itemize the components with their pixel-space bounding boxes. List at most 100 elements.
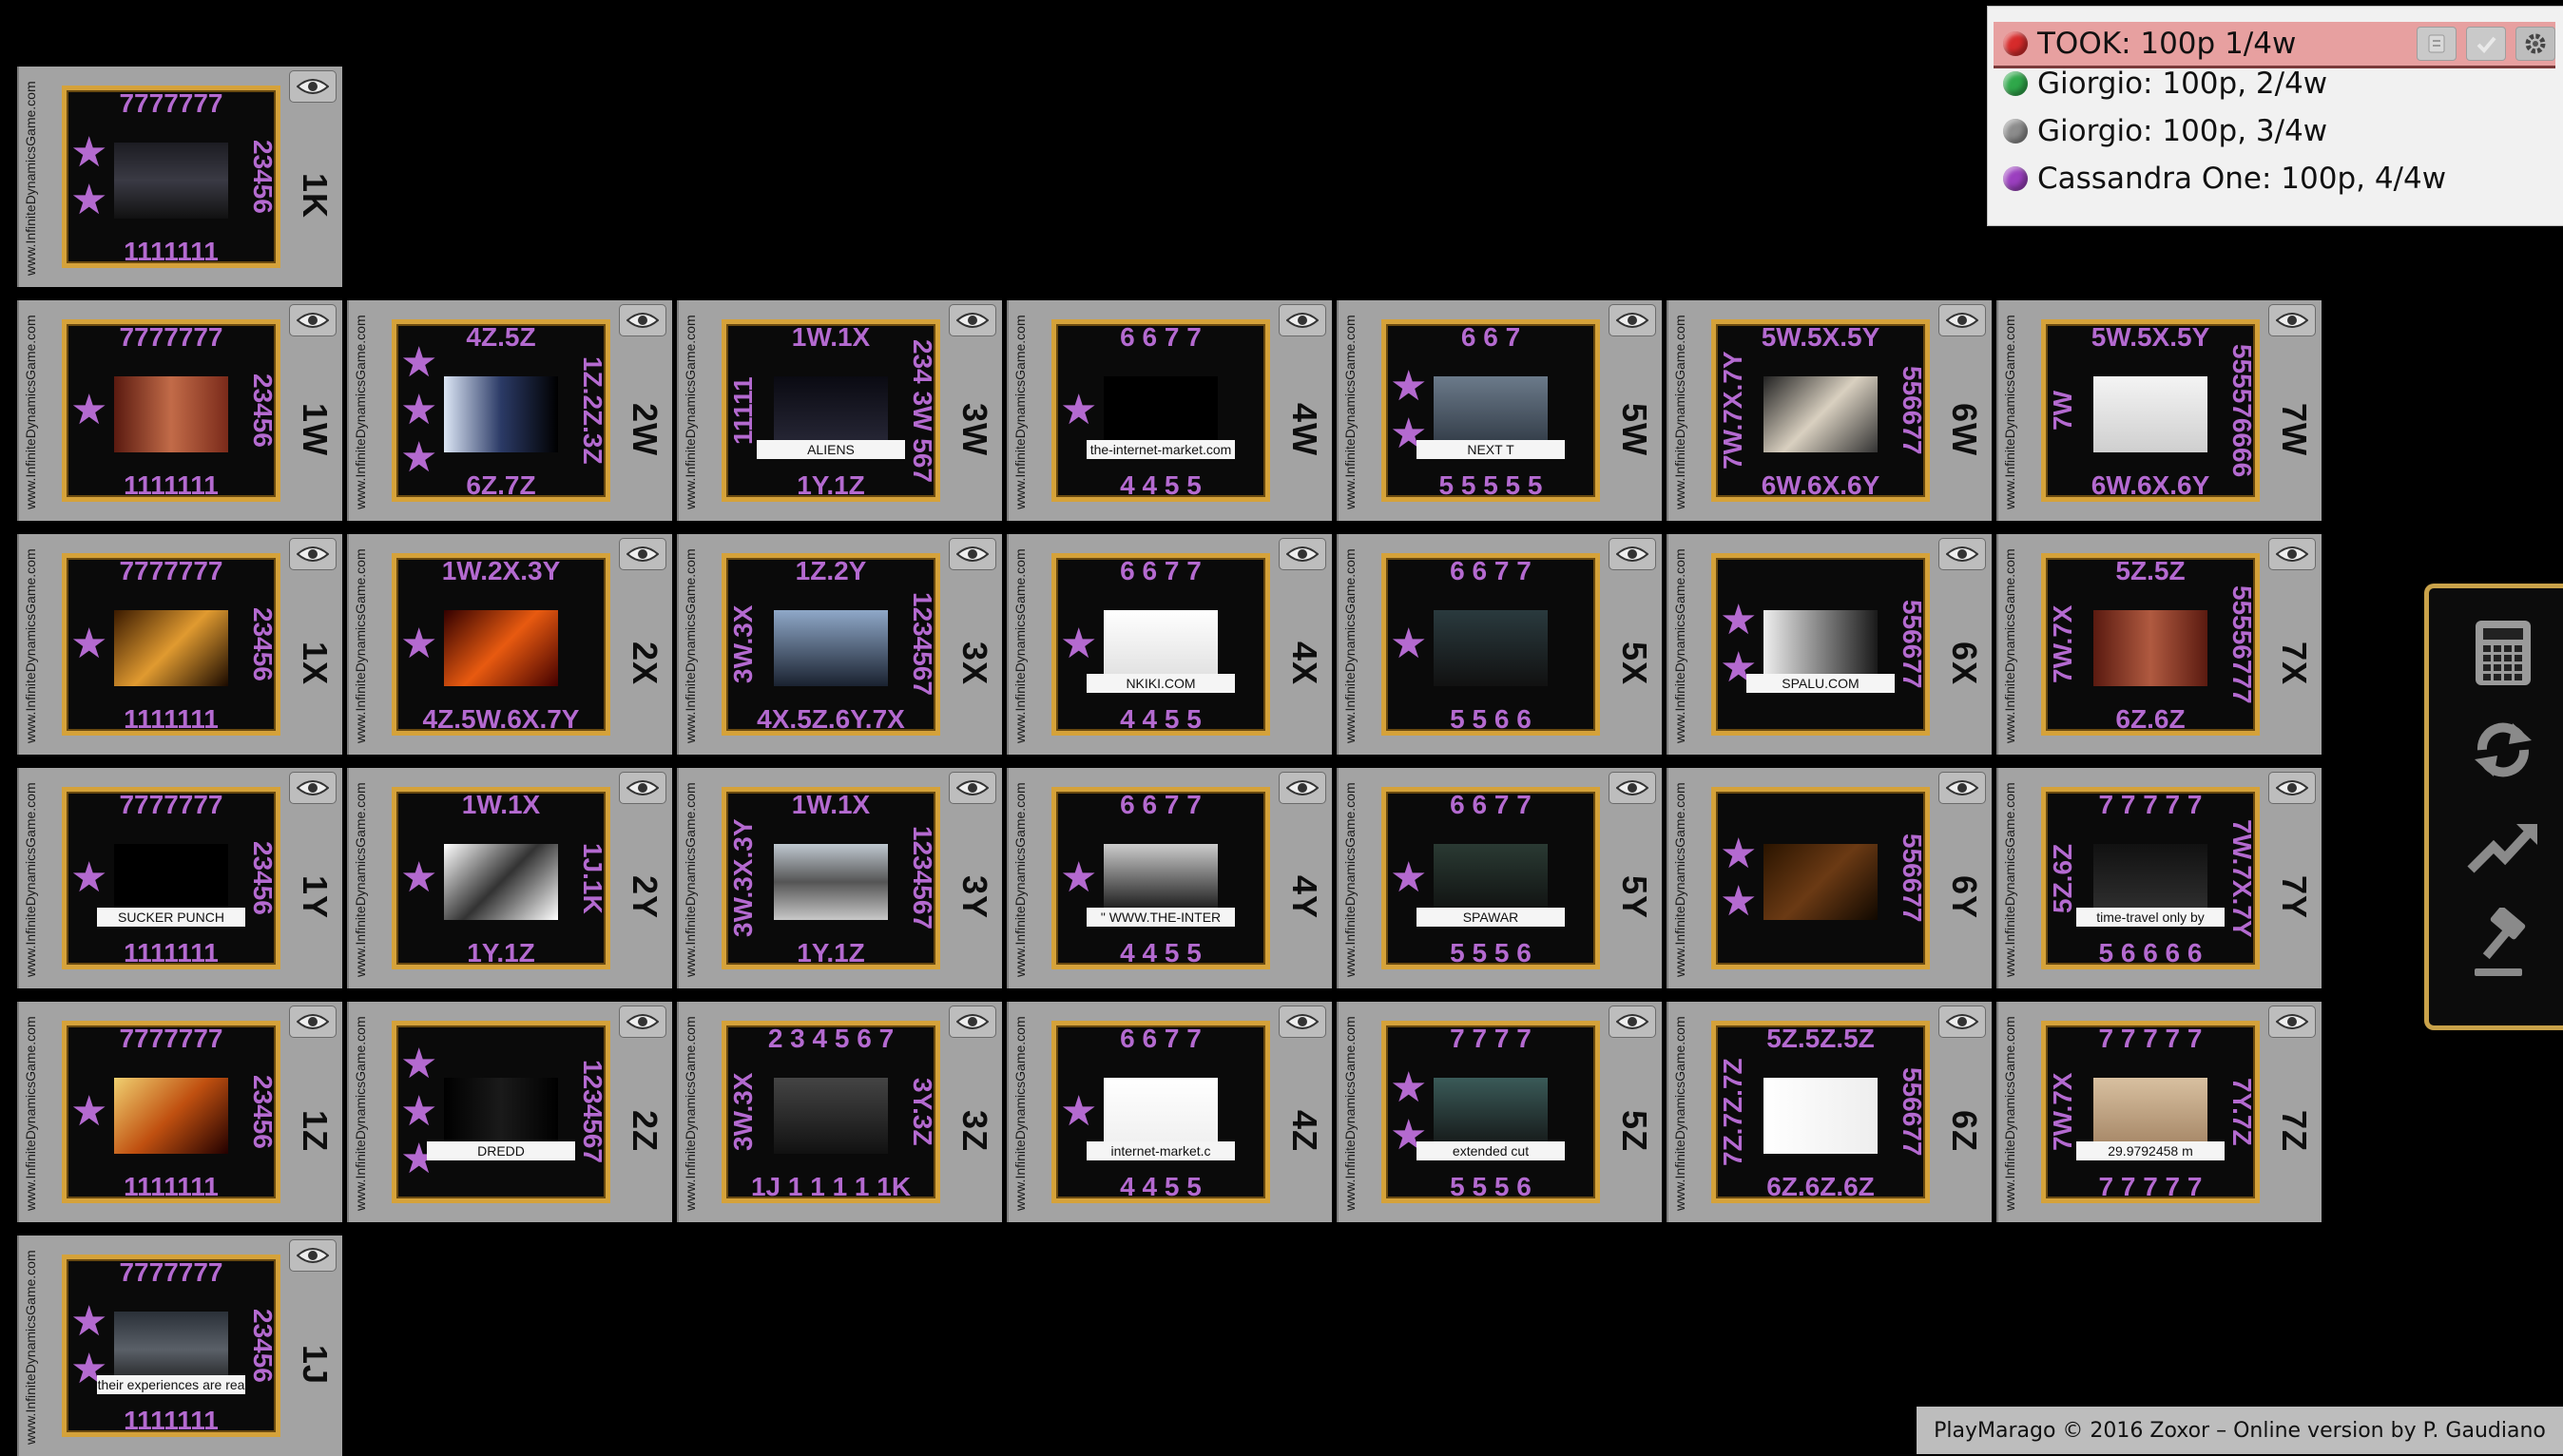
game-card-1y[interactable]: www.InfiniteDynamicsGame.com 1Y 7777777 111… [17, 768, 342, 988]
game-card-6y[interactable]: www.InfiniteDynamicsGame.com 6Y 556677 ★ ★ [1667, 768, 1992, 988]
player-label: Cassandra One: 100p, 4/4w [2037, 162, 2447, 196]
label-right: 556677 [1898, 366, 1927, 455]
card-face: 7777777 1111111 23456 ★ ★ [62, 86, 280, 268]
stars: ★ ★ ★ [400, 1025, 437, 1198]
game-card-7x[interactable]: www.InfiniteDynamicsGame.com 7X 5Z.5Z 6Z.6Z… [1996, 534, 2322, 755]
game-card-7w[interactable]: www.InfiniteDynamicsGame.com 7W 5W.5X.5Y 6W… [1996, 300, 2322, 521]
card-code: 3X [955, 641, 994, 686]
game-card-4w[interactable]: www.InfiniteDynamicsGame.com 4W 6 6 7 74 4… [1007, 300, 1332, 521]
stars: ★ [400, 558, 437, 731]
label-right: 23456 [248, 1309, 278, 1383]
star-icon: ★ [1390, 620, 1428, 668]
game-card-4x[interactable]: www.InfiniteDynamicsGame.com 4X 6 6 7 74 4… [1007, 534, 1332, 755]
stars: ★ ★ [1390, 1025, 1427, 1198]
player-color-dot [2003, 31, 2028, 56]
game-card-1x[interactable]: www.InfiniteDynamicsGame.com 1X 7777777 111… [17, 534, 342, 755]
label-left: 7W.7X [2048, 1072, 2077, 1152]
website-label: www.InfiniteDynamicsGame.com [23, 81, 38, 277]
game-card-4y[interactable]: www.InfiniteDynamicsGame.com 4Y 6 6 7 74 4… [1007, 768, 1332, 988]
card-face: 6 6 75 5 5 5 5 ★ ★ NEXT T [1381, 319, 1600, 502]
card-face: 5W.5X.5Y 6W.6X.6Y 555576666 7W [2041, 319, 2260, 502]
card-code: 6X [1945, 641, 1984, 686]
game-card-2y[interactable]: www.InfiniteDynamicsGame.com 2Y 1W.1X 1Y.1Z… [347, 768, 672, 988]
game-card-7y[interactable]: www.InfiniteDynamicsGame.com 7Y 7 7 7 7 75… [1996, 768, 2322, 988]
game-card-1j[interactable]: www.InfiniteDynamicsGame.com 1J 7777777 111… [17, 1236, 342, 1456]
game-card-4z[interactable]: www.InfiniteDynamicsGame.com 4Z 6 6 7 74 4… [1007, 1002, 1332, 1222]
website-label: www.InfiniteDynamicsGame.com [1012, 315, 1028, 510]
stars: ★ ★ ★ [400, 324, 437, 497]
card-code: 4W [1285, 403, 1324, 456]
stars: ★ ★ [70, 1259, 107, 1432]
label-left: 7W [2048, 391, 2077, 431]
game-card-3z[interactable]: www.InfiniteDynamicsGame.com 3Z 2 3 4 5 6 … [677, 1002, 1002, 1222]
stars: ★ [1390, 558, 1427, 731]
star-icon: ★ [1720, 877, 1758, 926]
star-icon: ★ [1390, 1063, 1428, 1112]
game-card-3w[interactable]: www.InfiniteDynamicsGame.com 3W 1W.1X 1Y.1Z… [677, 300, 1002, 521]
gavel-icon[interactable] [2467, 908, 2539, 980]
trend-up-icon[interactable] [2467, 811, 2539, 883]
game-card-6x[interactable]: www.InfiniteDynamicsGame.com 6X 556677 ★ ★ SP… [1667, 534, 1992, 755]
card-code: 1Z [296, 1109, 335, 1152]
website-label: www.InfiniteDynamicsGame.com [683, 315, 698, 510]
stars: ★ [1060, 792, 1097, 965]
game-card-3y[interactable]: www.InfiniteDynamicsGame.com 3Y 1W.1X 1Y.1Z… [677, 768, 1002, 988]
game-card-5w[interactable]: www.InfiniteDynamicsGame.com 5W 6 6 75 5 5… [1337, 300, 1662, 521]
card-caption: their experiences are rea [97, 1375, 245, 1394]
list-icon[interactable] [2417, 27, 2457, 61]
label-left: 3W.3X.3Y [728, 818, 758, 938]
card-caption: DREDD [427, 1141, 575, 1160]
website-label: www.InfiniteDynamicsGame.com [2002, 548, 2017, 744]
card-caption: SPAWAR [1416, 908, 1565, 927]
star-icon: ★ [400, 1087, 438, 1136]
card-face: 1Z.2Y 4X.5Z.6Y.7X 1234567 3W.3X [722, 553, 940, 736]
game-card-2z[interactable]: www.InfiniteDynamicsGame.com 2Z 1234567 ★ ★ ★… [347, 1002, 672, 1222]
card-face: 7777777 1111111 23456 ★ ★ their experiences a… [62, 1255, 280, 1437]
player-row[interactable]: Giorgio: 100p, 2/4w [1994, 62, 2555, 105]
card-image [2093, 610, 2207, 686]
card-caption: ALIENS [757, 440, 905, 459]
star-icon: ★ [70, 620, 108, 668]
card-image [444, 610, 558, 686]
label-right: 7W.7X.7Y [2227, 818, 2257, 938]
star-icon: ★ [400, 1040, 438, 1088]
check-icon[interactable] [2466, 27, 2506, 61]
game-card-6w[interactable]: www.InfiniteDynamicsGame.com 6W 5W.5X.5Y 6W… [1667, 300, 1992, 521]
card-code: 4Y [1285, 874, 1324, 920]
label-left: 3W.3X [728, 1072, 758, 1152]
game-card-1z[interactable]: www.InfiniteDynamicsGame.com 1Z 7777777 111… [17, 1002, 342, 1222]
card-image [114, 143, 228, 219]
stars: ★ ★ [1390, 324, 1427, 497]
game-card-1w[interactable]: www.InfiniteDynamicsGame.com 1W 7777777 111… [17, 300, 342, 521]
player-row[interactable]: Cassandra One: 100p, 4/4w [1994, 157, 2555, 201]
card-caption: time-travel only by [2076, 908, 2225, 927]
gear-icon[interactable] [2515, 27, 2555, 61]
stars: ★ [1060, 1025, 1097, 1198]
label-right: 1J.1K [578, 842, 607, 914]
label-right: 23456 [248, 374, 278, 448]
label-right: 23456 [248, 607, 278, 681]
website-label: www.InfiniteDynamicsGame.com [1342, 548, 1358, 744]
game-card-5y[interactable]: www.InfiniteDynamicsGame.com 5Y 6 6 7 75 5… [1337, 768, 1662, 988]
website-label: www.InfiniteDynamicsGame.com [2002, 782, 2017, 978]
label-left: 11111 [728, 376, 758, 445]
card-code: 3Y [955, 874, 994, 920]
card-code: 1K [296, 172, 335, 220]
game-card-2x[interactable]: www.InfiniteDynamicsGame.com 2X 1W.2X.3Y 4Z… [347, 534, 672, 755]
card-image [114, 376, 228, 452]
game-card-1k[interactable]: www.InfiniteDynamicsGame.com 1K 7777777 111… [17, 67, 342, 287]
players-panel: TOOK: 100p 1/4w Giorgio: 100p, 2/4w Giorgi… [1987, 6, 2563, 226]
game-card-2w[interactable]: www.InfiniteDynamicsGame.com 2W 4Z.5Z 6Z.7Z… [347, 300, 672, 521]
star-icon: ★ [1390, 362, 1428, 411]
calculator-icon[interactable] [2467, 617, 2539, 689]
card-face: 1W.1X 1Y.1Z 1J.1K ★ [392, 787, 610, 969]
player-row[interactable]: Giorgio: 100p, 3/4w [1994, 109, 2555, 153]
game-card-5z[interactable]: www.InfiniteDynamicsGame.com 5Z 7 7 7 75 5… [1337, 1002, 1662, 1222]
card-image [114, 610, 228, 686]
game-card-5x[interactable]: www.InfiniteDynamicsGame.com 5X 6 6 7 75 5… [1337, 534, 1662, 755]
refresh-icon[interactable] [2467, 714, 2539, 786]
star-icon: ★ [1060, 620, 1098, 668]
game-card-3x[interactable]: www.InfiniteDynamicsGame.com 3X 1Z.2Y 4X.5Z… [677, 534, 1002, 755]
game-card-7z[interactable]: www.InfiniteDynamicsGame.com 7Z 7 7 7 7 77… [1996, 1002, 2322, 1222]
game-card-6z[interactable]: www.InfiniteDynamicsGame.com 6Z 5Z.5Z.5Z 6Z… [1667, 1002, 1992, 1222]
